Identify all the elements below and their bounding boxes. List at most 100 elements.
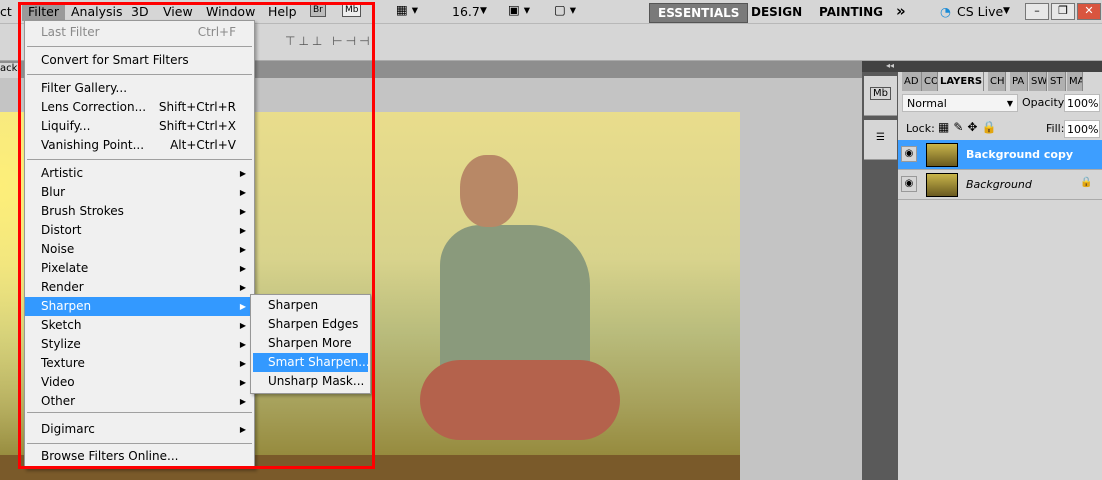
document-tab[interactable]: ackg [0,63,18,78]
submenu-arrow-icon: ▶ [239,359,246,368]
tab-swatches[interactable]: SW [1029,72,1047,91]
layer-thumbnail [926,173,958,197]
image-man-head [460,155,518,227]
mini-bridge-icon: Mb [870,87,891,100]
panel-collapse-bar[interactable]: ◂◂ [862,61,1102,72]
label: Sharpen [41,299,92,313]
view-extras-icon[interactable]: ▦ ▾ [396,2,418,17]
label: Other [41,394,76,408]
more-workspaces-icon[interactable]: » [888,0,914,20]
zoom-dropdown-icon[interactable]: ▼ [480,6,487,16]
submenu-item-sharpen-edges[interactable]: Sharpen Edges [253,315,368,334]
menu-item-convert-smart-filters[interactable]: Convert for Smart Filters [25,51,254,70]
cs-live-button[interactable]: CS Live [957,4,1003,19]
minimize-button[interactable]: – [1025,3,1049,20]
mini-bridge-panel-button[interactable]: Mb [864,76,897,116]
workspace-essentials[interactable]: ESSENTIALS [649,3,749,23]
menu-item-blur[interactable]: Blur ▶ [25,183,254,202]
menu-window[interactable]: Window [206,4,255,19]
eye-icon[interactable]: ◉ [901,176,917,192]
menu-item-noise[interactable]: Noise ▶ [25,240,254,259]
label: Render [41,280,84,294]
menu-item-last-filter[interactable]: Last Filter Ctrl+F [25,23,254,42]
divider [27,412,252,413]
menu-item-browse-filters-online[interactable]: Browse Filters Online... [25,447,254,466]
lock-icons[interactable]: ▦✎✥🔒 [938,120,1000,134]
menu-analysis[interactable]: Analysis [71,4,123,19]
cs-live-icon: ◔ [940,4,951,19]
workspace-painting[interactable]: PAINTING [811,3,891,23]
menu-filter[interactable]: Filter [22,2,65,21]
menu-3d[interactable]: 3D [131,4,149,19]
eye-icon[interactable]: ◉ [901,146,917,162]
menu-help[interactable]: Help [268,4,297,19]
divider [27,46,252,47]
arrange-documents-icon[interactable]: ▣ ▾ [508,2,530,17]
lock-label: Lock: [906,122,935,135]
fill-input[interactable]: 100% [1064,120,1100,138]
submenu-arrow-icon: ▶ [239,264,246,273]
tab-paths[interactable]: PA [1010,72,1028,91]
shortcut: Shift+Ctrl+R [158,100,236,114]
mini-bridge-button[interactable]: Mb [342,3,362,17]
menu-item-filter-gallery[interactable]: Filter Gallery... [25,79,254,98]
menu-item-other[interactable]: Other ▶ [25,392,254,411]
tab-color[interactable]: CO [922,72,938,91]
layers-panel: AD CO LAYERS CH PA SW ST MA Normal ▼ Opac… [898,72,1102,480]
menu-item-lens-correction[interactable]: Lens Correction... Shift+Ctrl+R [25,98,254,117]
opacity-input[interactable]: 100% [1064,94,1100,112]
workspace-design[interactable]: DESIGN [743,3,810,23]
zoom-level[interactable]: 16.7 [452,4,480,19]
menu-item-vanishing-point[interactable]: Vanishing Point... Alt+Ctrl+V [25,136,254,155]
menu-item-sketch[interactable]: Sketch ▶ [25,316,254,335]
blend-mode-select[interactable]: Normal ▼ [902,94,1018,112]
submenu-arrow-icon: ▶ [239,340,246,349]
label: Artistic [41,166,84,180]
menu-view[interactable]: View [163,4,193,19]
collapse-icon[interactable]: ◂◂ [886,61,894,70]
screen-mode-icon[interactable]: ▢ ▾ [554,2,576,17]
submenu-arrow-icon: ▶ [239,226,246,235]
submenu-item-sharpen-more[interactable]: Sharpen More [253,334,368,353]
menu-item-sharpen[interactable]: Sharpen ▶ [25,297,254,316]
submenu-item-unsharp-mask[interactable]: Unsharp Mask... [253,372,368,391]
menu-select[interactable]: ct [0,4,12,19]
layer-row[interactable]: ◉ Background 🔒 [898,170,1102,200]
menu-item-artistic[interactable]: Artistic ▶ [25,164,254,183]
tab-channels[interactable]: CH [988,72,1006,91]
submenu-arrow-icon: ▶ [239,245,246,254]
layer-row[interactable]: ◉ Background copy [898,140,1102,170]
close-button[interactable]: ✕ [1077,3,1101,20]
chevron-down-icon: ▼ [1006,99,1013,108]
tab-adjustments[interactable]: AD [902,72,922,91]
shortcut: Alt+Ctrl+V [170,138,236,152]
cs-live-dropdown-icon[interactable]: ▼ [1003,6,1010,16]
menu-item-distort[interactable]: Distort ▶ [25,221,254,240]
tab-styles[interactable]: ST [1048,72,1066,91]
tab-masks[interactable]: MA [1067,72,1083,91]
label: Lens Correction... [41,100,147,114]
menu-item-texture[interactable]: Texture ▶ [25,354,254,373]
menu-item-digimarc[interactable]: Digimarc ▶ [25,420,254,439]
history-panel-button[interactable]: ☰ [864,120,897,160]
menu-item-brush-strokes[interactable]: Brush Strokes ▶ [25,202,254,221]
menu-item-pixelate[interactable]: Pixelate ▶ [25,259,254,278]
submenu-arrow-icon: ▶ [239,188,246,197]
tab-layers[interactable]: LAYERS [938,72,984,91]
submenu-item-sharpen[interactable]: Sharpen [253,296,368,315]
menu-item-stylize[interactable]: Stylize ▶ [25,335,254,354]
submenu-arrow-icon: ▶ [239,283,246,292]
menu-item-video[interactable]: Video ▶ [25,373,254,392]
restore-button[interactable]: ❐ [1051,3,1075,20]
align-buttons-icon[interactable]: ⊤⊥⊥ ⊢⊣⊣ [285,34,373,48]
submenu-arrow-icon: ▶ [239,302,246,311]
label: Last Filter [41,25,100,39]
menu-item-render[interactable]: Render ▶ [25,278,254,297]
layer-name: Background [966,178,1032,191]
submenu-arrow-icon: ▶ [239,397,246,406]
label: Pixelate [41,261,89,275]
submenu-item-smart-sharpen[interactable]: Smart Sharpen... [253,353,370,372]
bridge-button[interactable]: Br [310,3,326,17]
menu-item-liquify[interactable]: Liquify... Shift+Ctrl+X [25,117,254,136]
label: Noise [41,242,75,256]
